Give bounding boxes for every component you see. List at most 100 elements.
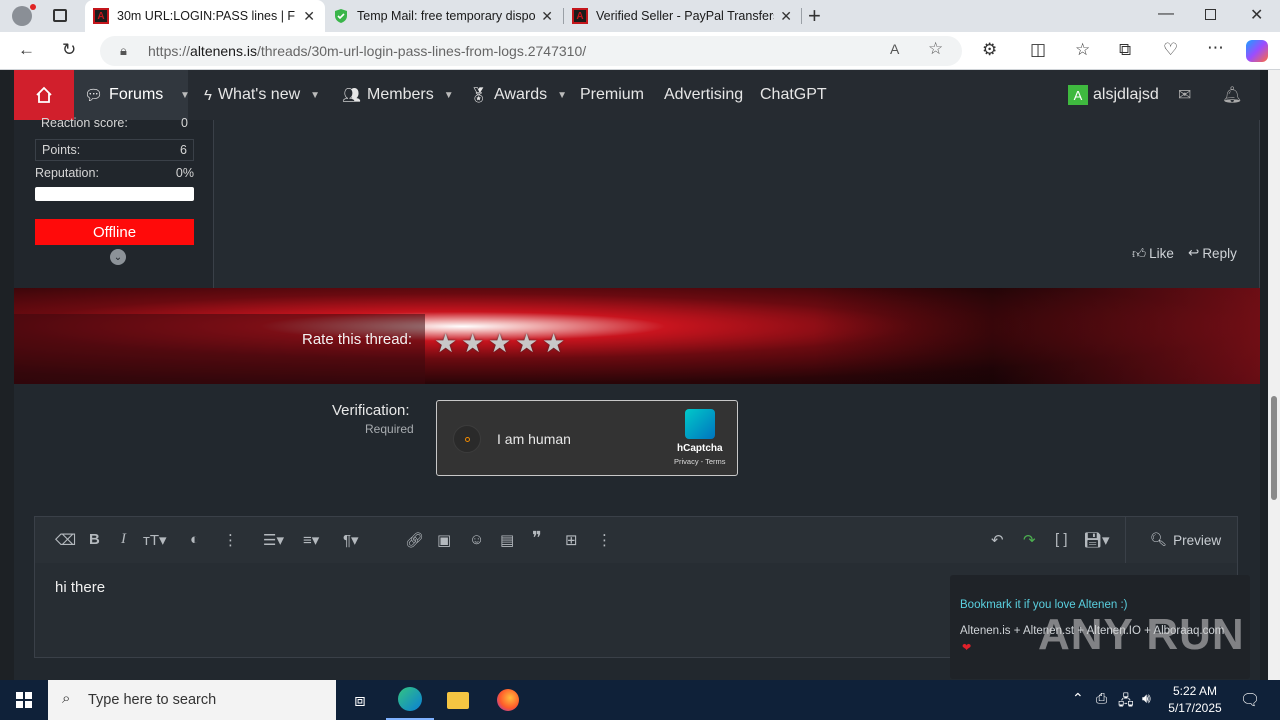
italic-icon[interactable]: I — [121, 531, 126, 548]
like-button[interactable]: 👍︎ Like — [1132, 245, 1174, 262]
profile-avatar-icon[interactable] — [12, 6, 32, 26]
scrollbar-thumb[interactable] — [1271, 396, 1277, 500]
reputation-value: 0% — [175, 166, 194, 180]
alerts-button[interactable]: 🔔︎ — [1222, 70, 1242, 120]
username: alsjdlajsd — [1093, 86, 1159, 103]
close-tab-icon[interactable]: ✕ — [541, 8, 553, 25]
rate-thread-label: Rate this thread: — [302, 331, 413, 348]
tab-separator — [801, 8, 802, 24]
url-path: /threads/30m-url-login-pass-lines-from-l… — [256, 43, 587, 59]
copilot-icon[interactable] — [1246, 40, 1268, 62]
back-icon[interactable]: ← — [18, 40, 35, 60]
tab-temp-mail[interactable]: Temp Mail: free temporary dispo ✕ — [325, 0, 563, 32]
close-tab-icon[interactable]: ✕ — [303, 8, 315, 25]
browser-essentials-icon[interactable]: ♡ — [1163, 40, 1178, 60]
quote-icon[interactable]: ❞ — [532, 528, 542, 549]
nav-forums-menu[interactable]: ▼ — [170, 70, 190, 120]
reaction-score-value: 0 — [181, 116, 188, 130]
font-size-icon[interactable]: тT▾ — [143, 531, 167, 549]
paragraph-icon[interactable]: ¶▾ — [343, 531, 359, 549]
thumbs-up-icon: 👍︎ — [1132, 246, 1147, 261]
home-button[interactable] — [14, 70, 74, 120]
firefox-button[interactable] — [484, 680, 532, 720]
table-icon[interactable]: ⊞ — [565, 531, 578, 549]
media-icon[interactable]: ▤ — [500, 531, 514, 549]
star-rating-2[interactable]: ★ — [461, 328, 484, 359]
show-hidden-icons[interactable]: ⌃ — [1072, 690, 1084, 707]
inbox-button[interactable]: ✉ — [1178, 70, 1191, 120]
nav-advertising[interactable]: Advertising — [664, 70, 743, 120]
star-rating-5[interactable]: ★ — [542, 328, 565, 359]
star-rating-3[interactable]: ★ — [488, 328, 511, 359]
drafts-icon[interactable]: 💾︎▾ — [1083, 531, 1110, 549]
link-icon[interactable]: 🔗︎ — [405, 531, 424, 549]
image-icon[interactable]: ▣ — [437, 531, 451, 549]
new-tab-icon[interactable]: + — [808, 3, 821, 29]
hcaptcha-widget: I am human hCaptcha Privacy - Terms — [436, 400, 738, 476]
task-view-icon: ⧈ — [354, 689, 366, 710]
minimize-window-icon[interactable]: — — [1158, 5, 1174, 23]
start-button[interactable] — [0, 680, 48, 720]
preview-button[interactable]: 🔍︎ Preview — [1125, 517, 1237, 563]
meet-now-icon[interactable]: ⎙ — [1096, 690, 1107, 707]
browser-tab-strip: A 30m URL:LOGIN:PASS lines | From ✕ Temp… — [0, 0, 1280, 32]
read-aloud-icon[interactable]: A — [890, 41, 899, 57]
expand-user-info-button[interactable]: ⌄ — [110, 249, 126, 265]
undo-icon[interactable]: ↶ — [991, 531, 1004, 549]
nav-chatgpt[interactable]: ChatGPT — [760, 70, 827, 120]
reply-arrow-icon: ↩ — [1188, 245, 1200, 260]
close-tab-icon[interactable]: ✕ — [780, 8, 792, 25]
edge-taskbar-button[interactable] — [386, 680, 434, 720]
list-icon[interactable]: ☰▾ — [263, 531, 284, 549]
reputation-row: Reputation: 0% — [35, 166, 194, 180]
nav-awards[interactable]: 🏅︎ Awards ▼ — [469, 70, 567, 120]
taskbar-search-box[interactable]: ⌕ Type here to search — [48, 680, 336, 720]
url-prefix: https:// — [148, 43, 191, 59]
star-rating-4[interactable]: ★ — [515, 328, 538, 359]
align-icon[interactable]: ≡▾ — [303, 531, 319, 549]
close-window-icon[interactable]: ✕ — [1250, 5, 1263, 25]
points-value: 6 — [180, 143, 187, 157]
refresh-icon[interactable]: ↻ — [62, 40, 76, 60]
eraser-icon[interactable]: ⌫ — [55, 531, 76, 549]
hcaptcha-terms-link[interactable]: Privacy - Terms — [674, 457, 726, 466]
notifications-icon[interactable]: 🗨︎ — [1240, 690, 1260, 710]
more-menu-icon[interactable]: ⋯ — [1207, 38, 1224, 58]
captcha-spinner-icon — [465, 437, 470, 442]
palette-icon[interactable]: ◐ — [190, 531, 199, 548]
network-icon[interactable]: 🖧︎ — [1118, 690, 1134, 714]
toggle-bbcode-icon[interactable]: [ ] — [1055, 531, 1068, 548]
tab-altenen-thread[interactable]: A 30m URL:LOGIN:PASS lines | From ✕ — [85, 0, 325, 32]
altenen-favicon-icon: A — [572, 8, 588, 24]
nav-whats-new[interactable]: ϟ What's new ▼ — [204, 70, 320, 120]
page-scrollbar[interactable] — [1268, 70, 1280, 680]
favorites-icon[interactable]: ☆ — [1075, 40, 1090, 60]
extensions-icon[interactable]: ⚙ — [982, 40, 997, 60]
account-menu[interactable]: A alsjdlajsd — [1068, 70, 1159, 120]
nav-label: Forums — [109, 86, 164, 103]
collections-icon[interactable]: ⧉ — [1119, 40, 1131, 60]
restore-window-icon[interactable] — [1205, 9, 1216, 20]
nav-premium[interactable]: Premium — [580, 70, 644, 120]
volume-icon[interactable]: 🔊︎ — [1142, 690, 1151, 707]
task-view-button[interactable]: ⧈ — [336, 680, 384, 720]
reply-button[interactable]: ↩ Reply — [1188, 245, 1237, 261]
taskbar-clock[interactable]: 5:22 AM 5/17/2025 — [1160, 683, 1230, 717]
nav-members[interactable]: 👥︎ Members ▼ — [342, 70, 454, 120]
more-insert-options-icon[interactable]: ⋮ — [597, 531, 612, 549]
star-rating-1[interactable]: ★ — [434, 328, 457, 359]
file-explorer-button[interactable] — [434, 680, 482, 720]
message-input[interactable]: hi there — [55, 579, 105, 596]
bold-icon[interactable]: B — [89, 531, 100, 548]
favorite-star-icon[interactable]: ☆ — [928, 39, 943, 59]
tab-verified-seller[interactable]: A Verified Seller - PayPal Transfers - ✕ — [564, 0, 802, 32]
smilie-icon[interactable]: ☺ — [469, 531, 484, 548]
url-field[interactable]: 🔒︎ https://altenens.is/threads/30m-url-l… — [100, 36, 962, 66]
captcha-checkbox[interactable] — [453, 425, 481, 453]
address-toolbar: ← ↻ 🔒︎ https://altenens.is/threads/30m-u… — [0, 32, 1280, 70]
redo-icon[interactable]: ↷ — [1023, 531, 1036, 549]
heart-icon: ❤ — [962, 642, 972, 654]
tab-actions-icon[interactable] — [53, 9, 67, 22]
more-text-options-icon[interactable]: ⋮ — [223, 531, 238, 549]
split-screen-icon[interactable]: ◫ — [1030, 40, 1046, 60]
